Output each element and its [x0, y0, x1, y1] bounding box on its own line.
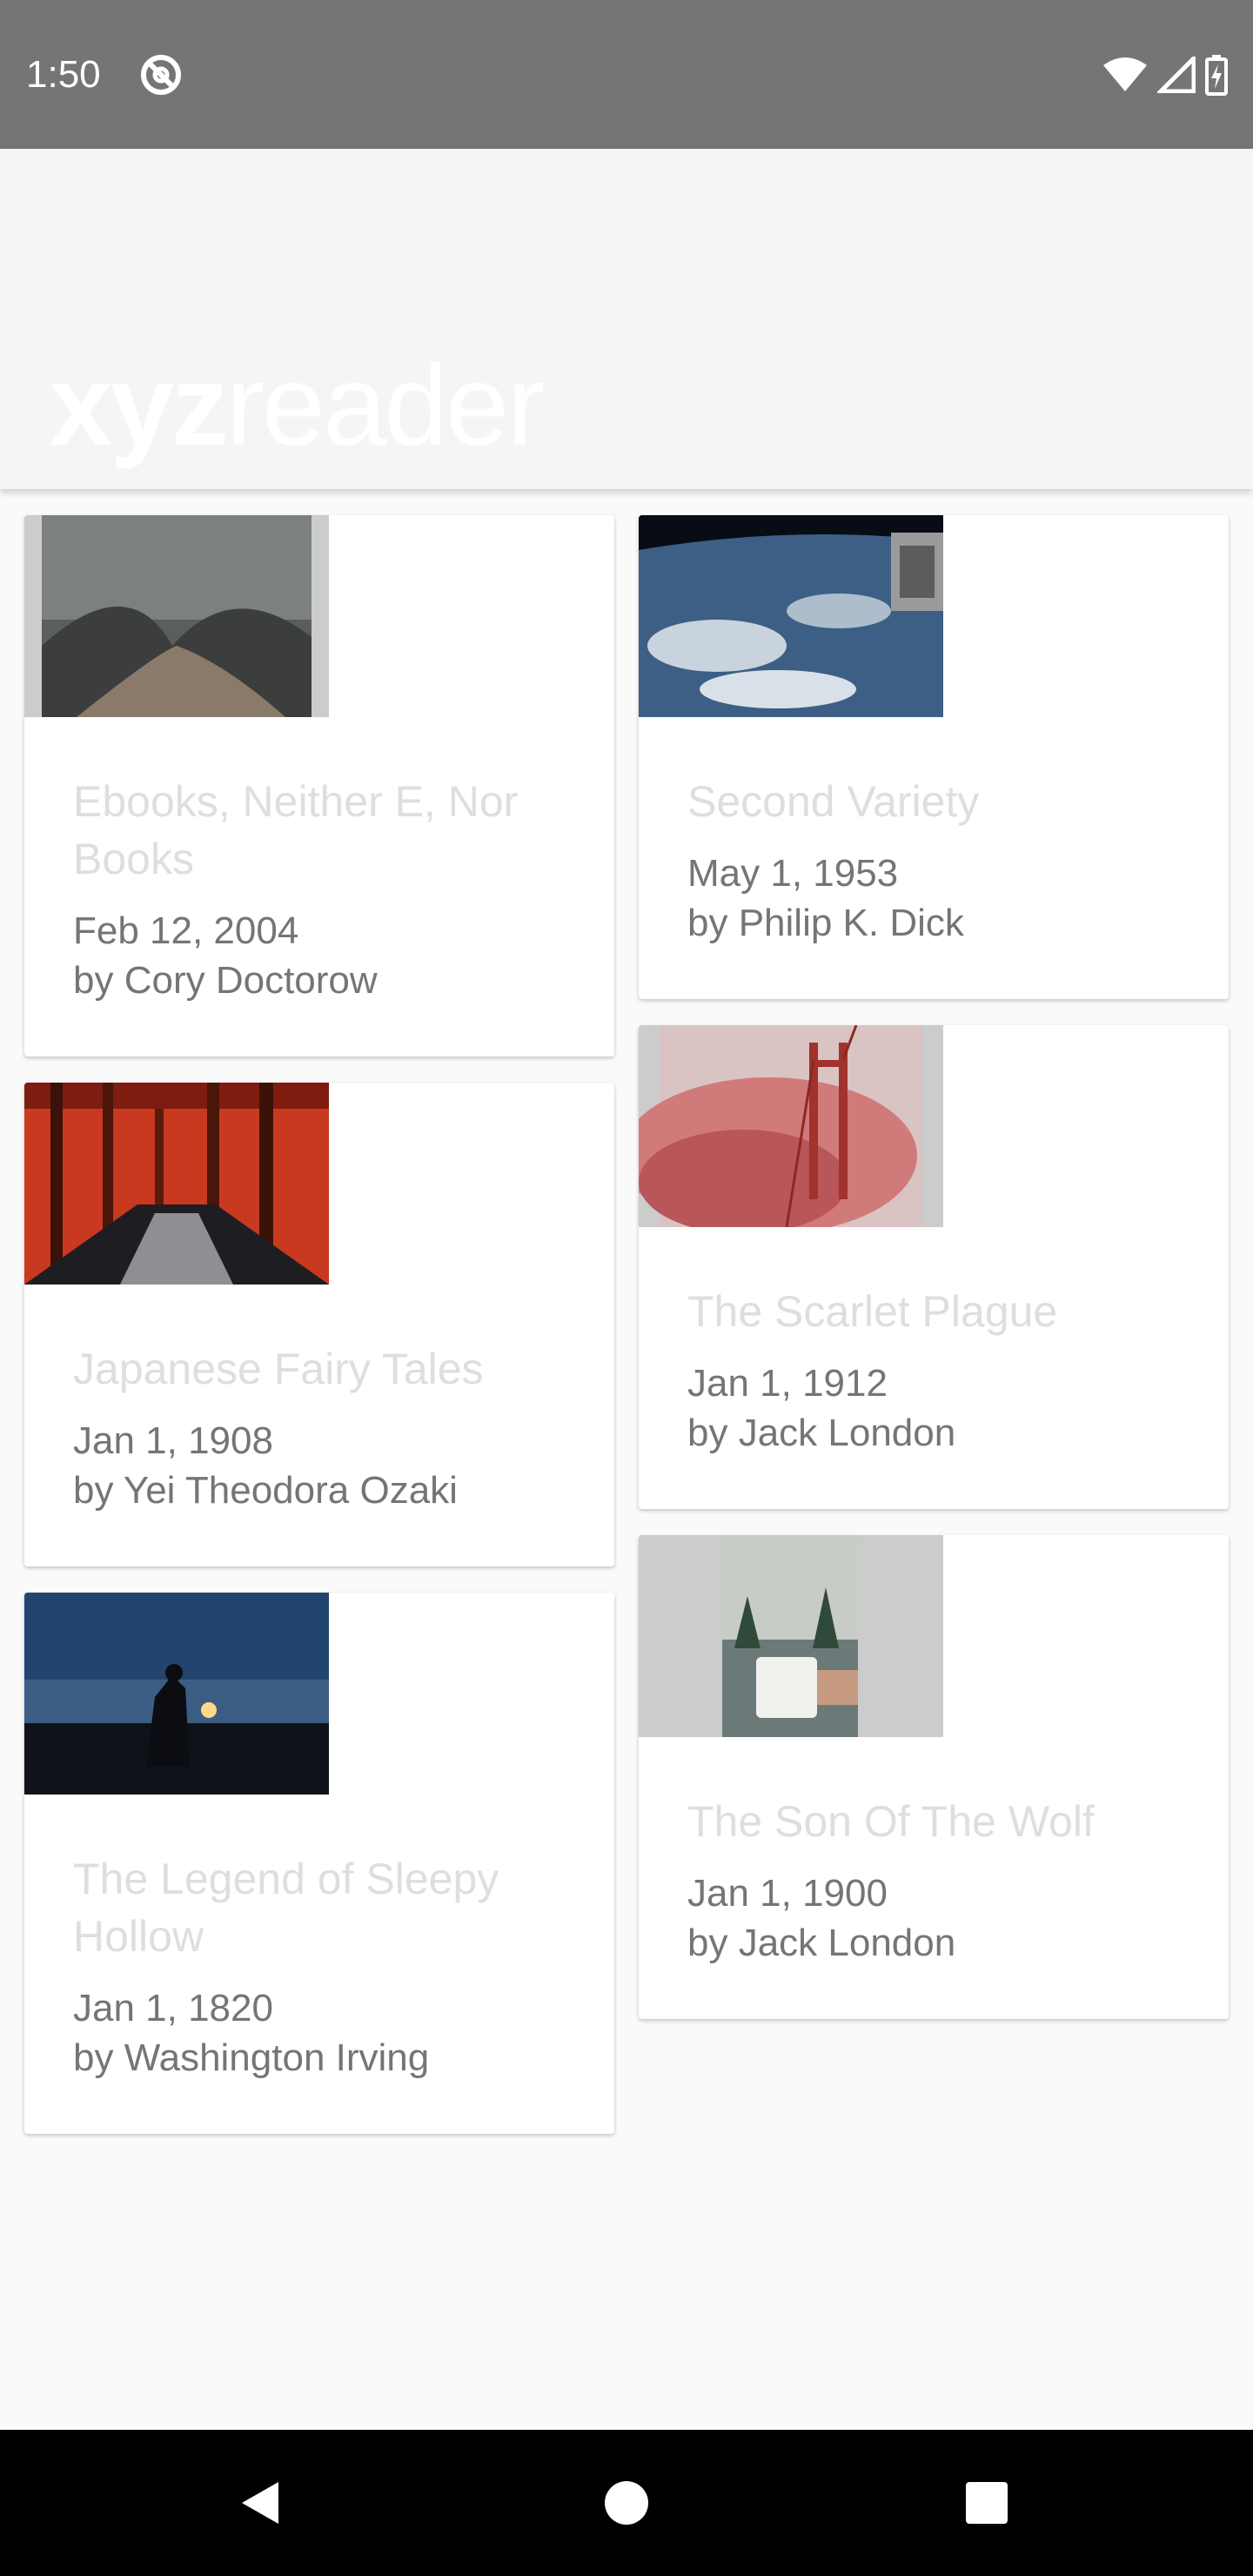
earth-orbit-photo: [639, 515, 943, 717]
back-triangle-icon[interactable]: [235, 2477, 287, 2529]
article-date: May 1, 1953: [687, 852, 899, 895]
camping-mug-photo: [639, 1535, 943, 1737]
article-card[interactable]: The Son Of The Wolf Jan 1, 1900 by Jack …: [639, 1535, 1229, 2019]
cell-signal-icon: [1157, 57, 1196, 93]
logo-bold-text: xyz: [49, 341, 229, 469]
home-circle-icon[interactable]: [600, 2477, 653, 2529]
lantern-night-photo: [24, 1593, 329, 1794]
article-title: Japanese Fairy Tales: [73, 1345, 484, 1393]
article-author: by Washington Irving: [73, 2036, 430, 2079]
article-title: Second Variety: [687, 777, 980, 826]
article-author: by Philip K. Dick: [687, 902, 964, 944]
logo-light-text: reader: [225, 341, 546, 469]
article-thumbnail: [639, 1025, 943, 1227]
article-title: The Legend of Sleepy Hollow: [73, 1855, 499, 1961]
article-author: by Cory Doctorow: [73, 959, 378, 1002]
article-card[interactable]: The Legend of Sleepy Hollow Jan 1, 1820 …: [24, 1593, 614, 2134]
article-title: Ebooks, Neither E, Nor Books: [73, 777, 519, 883]
article-card[interactable]: Second Variety May 1, 1953 by Philip K. …: [639, 515, 1229, 999]
article-card[interactable]: The Scarlet Plague Jan 1, 1912 by Jack L…: [639, 1025, 1229, 1509]
article-date: Jan 1, 1820: [73, 1987, 273, 2029]
article-date: Feb 12, 2004: [73, 909, 299, 952]
status-bar: 1:50: [0, 0, 1253, 149]
wifi-icon: [1103, 57, 1147, 91]
article-thumbnail: [24, 1593, 329, 1794]
torii-gates-photo: [24, 1083, 329, 1285]
at-sign-icon: [141, 55, 181, 95]
article-thumbnail: [639, 515, 943, 717]
article-title: The Scarlet Plague: [687, 1287, 1058, 1336]
article-card[interactable]: Ebooks, Neither E, Nor Books Feb 12, 200…: [24, 515, 614, 1057]
article-author: by Jack London: [687, 1922, 956, 1964]
article-date: Jan 1, 1900: [687, 1872, 888, 1915]
recents-square-icon[interactable]: [961, 2477, 1013, 2529]
article-date: Jan 1, 1912: [687, 1362, 888, 1405]
article-thumbnail: [24, 515, 329, 717]
status-icons: [1102, 50, 1229, 99]
article-date: Jan 1, 1908: [73, 1419, 273, 1462]
app-logo: xyzreader: [49, 336, 546, 475]
status-time: 1:50: [26, 53, 101, 96]
bridge-fog-photo: [639, 1025, 943, 1227]
article-title: The Son Of The Wolf: [687, 1797, 1095, 1846]
architecture-photo: [24, 515, 329, 717]
article-thumbnail: [24, 1083, 329, 1285]
article-author: by Jack London: [687, 1412, 956, 1454]
article-thumbnail: [639, 1535, 943, 1737]
navigation-bar: [0, 2430, 1253, 2576]
article-card[interactable]: Japanese Fairy Tales Jan 1, 1908 by Yei …: [24, 1083, 614, 1566]
app-bar: xyzreader: [0, 149, 1253, 489]
article-author: by Yei Theodora Ozaki: [73, 1469, 458, 1512]
battery-charging-icon: [1205, 55, 1228, 96]
